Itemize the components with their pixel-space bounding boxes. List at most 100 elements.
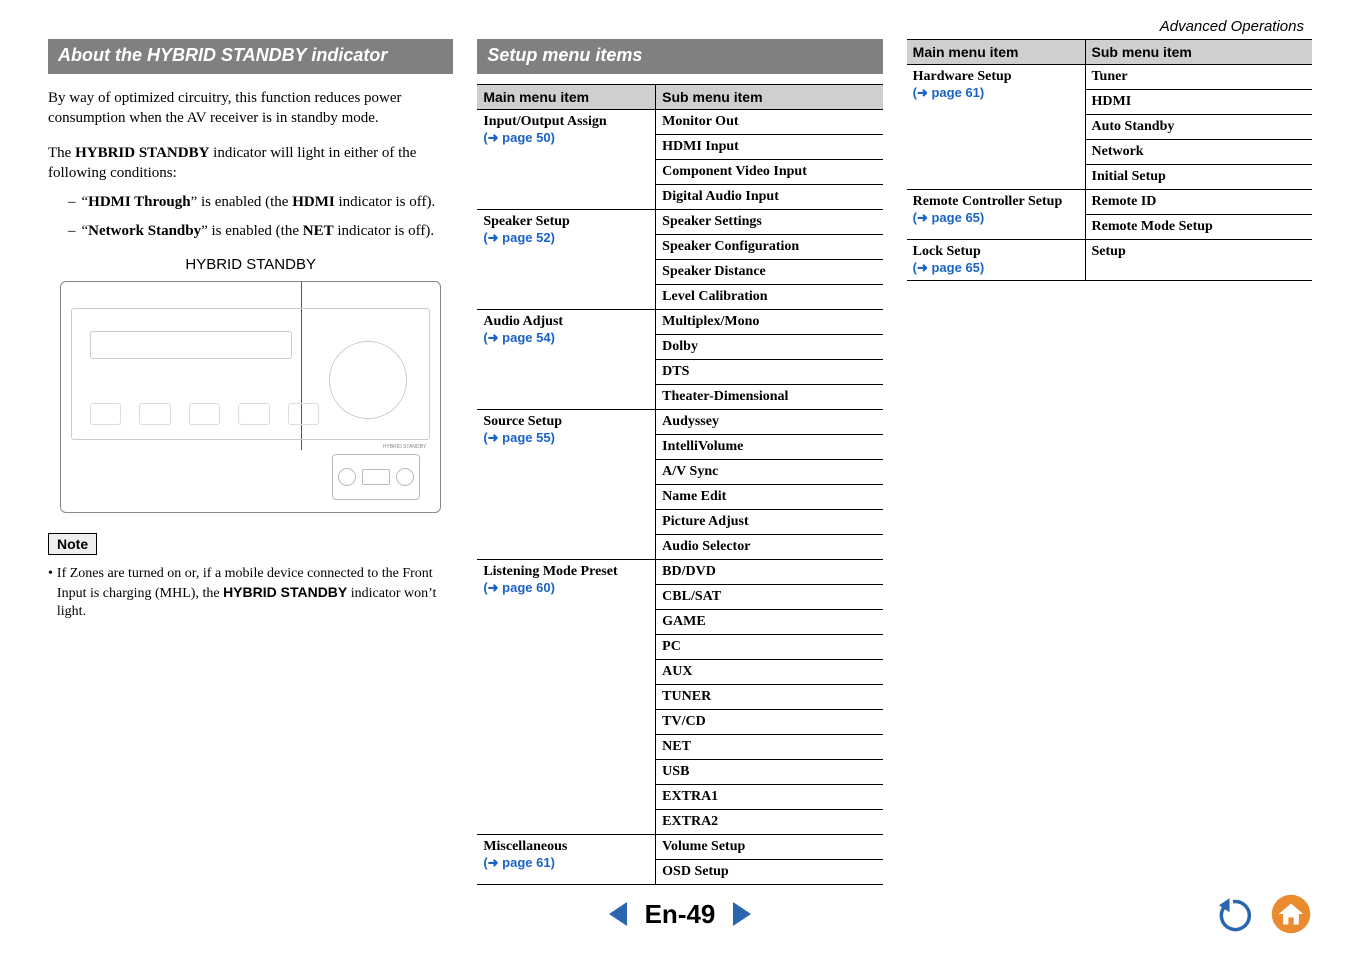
- column-2: Setup menu items Main menu item Sub menu…: [477, 39, 882, 880]
- sub-menu-cell: A/V Sync: [656, 460, 883, 485]
- text-bold: HDMI Through: [88, 194, 190, 210]
- main-menu-title: Hardware Setup: [913, 69, 1079, 85]
- main-menu-title: Audio Adjust: [483, 314, 649, 330]
- th-main: Main menu item: [477, 85, 655, 110]
- page-ref-link[interactable]: (➜ page 61): [913, 85, 1079, 101]
- col1-heading: About the HYBRID STANDBY indicator: [48, 39, 453, 74]
- column-1: About the HYBRID STANDBY indicator By wa…: [48, 39, 453, 880]
- hybrid-standby-label-small: HYBRID STANDBY: [383, 444, 427, 450]
- text: The: [48, 145, 75, 161]
- bullet-1: –“HDMI Through” is enabled (the HDMI ind…: [68, 193, 453, 213]
- main-menu-title: Source Setup: [483, 414, 649, 430]
- sub-menu-cell: Multiplex/Mono: [656, 310, 883, 335]
- sub-menu-cell: AUX: [656, 660, 883, 685]
- sub-menu-cell: Monitor Out: [656, 110, 883, 135]
- setup-menu-table-2: Main menu item Sub menu item Hardware Se…: [907, 39, 1312, 281]
- dash: –: [68, 222, 76, 242]
- col1-para2: The HYBRID STANDBY indicator will light …: [48, 143, 453, 184]
- sub-menu-cell: USB: [656, 760, 883, 785]
- main-menu-cell: Lock Setup(➜ page 65): [907, 240, 1085, 281]
- home-icon[interactable]: [1270, 893, 1312, 935]
- table-row: Lock Setup(➜ page 65)Setup: [907, 240, 1312, 281]
- table-row: Listening Mode Preset(➜ page 60)BD/DVD: [477, 560, 882, 585]
- main-menu-title: Miscellaneous: [483, 839, 649, 855]
- bullet-dot: •: [48, 565, 53, 622]
- table-row: Hardware Setup(➜ page 61)Tuner: [907, 65, 1312, 90]
- sub-menu-cell: NET: [656, 735, 883, 760]
- sub-menu-cell: EXTRA1: [656, 785, 883, 810]
- sub-menu-cell: CBL/SAT: [656, 585, 883, 610]
- text-bold: HDMI: [292, 194, 335, 210]
- dash: –: [68, 193, 76, 213]
- sub-menu-cell: EXTRA2: [656, 810, 883, 835]
- sub-menu-cell: DTS: [656, 360, 883, 385]
- sub-menu-cell: Picture Adjust: [656, 510, 883, 535]
- sub-menu-cell: OSD Setup: [656, 860, 883, 885]
- bullet-2: –“Network Standby” is enabled (the NET i…: [68, 222, 453, 242]
- text: indicator is off).: [334, 223, 435, 239]
- sub-menu-cell: HDMI: [1085, 90, 1312, 115]
- page-ref-link[interactable]: (➜ page 60): [483, 580, 649, 596]
- page-ref-link[interactable]: (➜ page 65): [913, 210, 1079, 226]
- main-menu-cell: Audio Adjust(➜ page 54): [477, 310, 655, 410]
- sub-menu-cell: PC: [656, 635, 883, 660]
- table-row: Source Setup(➜ page 55)Audyssey: [477, 410, 882, 435]
- table-row: Audio Adjust(➜ page 54)Multiplex/Mono: [477, 310, 882, 335]
- sub-menu-cell: Speaker Distance: [656, 260, 883, 285]
- page-ref-link[interactable]: (➜ page 55): [483, 430, 649, 446]
- text: indicator is off).: [335, 194, 436, 210]
- main-menu-cell: Source Setup(➜ page 55): [477, 410, 655, 560]
- main-menu-cell: Listening Mode Preset(➜ page 60): [477, 560, 655, 835]
- sub-menu-cell: BD/DVD: [656, 560, 883, 585]
- prev-page-icon[interactable]: [609, 902, 627, 926]
- main-menu-title: Speaker Setup: [483, 214, 649, 230]
- sub-menu-cell: Dolby: [656, 335, 883, 360]
- setup-menu-table-1: Main menu item Sub menu item Input/Outpu…: [477, 84, 882, 885]
- page-ref-link[interactable]: (➜ page 52): [483, 230, 649, 246]
- table-row: Remote Controller Setup(➜ page 65)Remote…: [907, 190, 1312, 215]
- page-number: En-49: [645, 899, 716, 930]
- page-ref-link[interactable]: (➜ page 54): [483, 330, 649, 346]
- main-menu-cell: Input/Output Assign(➜ page 50): [477, 110, 655, 210]
- sub-menu-cell: Digital Audio Input: [656, 185, 883, 210]
- sub-menu-cell: Theater-Dimensional: [656, 385, 883, 410]
- section-header: Advanced Operations: [48, 18, 1312, 39]
- sub-menu-cell: Name Edit: [656, 485, 883, 510]
- sub-menu-cell: TV/CD: [656, 710, 883, 735]
- page-ref-link[interactable]: (➜ page 65): [913, 260, 1079, 276]
- main-menu-cell: Remote Controller Setup(➜ page 65): [907, 190, 1085, 240]
- table-row: Miscellaneous(➜ page 61)Volume Setup: [477, 835, 882, 860]
- main-menu-title: Remote Controller Setup: [913, 194, 1079, 210]
- sub-menu-cell: Initial Setup: [1085, 165, 1312, 190]
- page-number-group: En-49: [609, 899, 752, 930]
- sub-menu-cell: Remote Mode Setup: [1085, 215, 1312, 240]
- main-menu-cell: Speaker Setup(➜ page 52): [477, 210, 655, 310]
- sub-menu-cell: Volume Setup: [656, 835, 883, 860]
- text: ” is enabled (the: [201, 223, 303, 239]
- th-sub: Sub menu item: [656, 85, 883, 110]
- page-ref-link[interactable]: (➜ page 61): [483, 855, 649, 871]
- text-bold: HYBRID STANDBY: [75, 145, 209, 161]
- sub-menu-cell: Setup: [1085, 240, 1312, 281]
- main-menu-title: Input/Output Assign: [483, 114, 649, 130]
- next-page-icon[interactable]: [733, 902, 751, 926]
- sub-menu-cell: Auto Standby: [1085, 115, 1312, 140]
- device-illustration: HYBRID STANDBY: [60, 281, 441, 513]
- note-body: • If Zones are turned on or, if a mobile…: [48, 565, 453, 622]
- note-label: Note: [48, 533, 97, 555]
- sub-menu-cell: GAME: [656, 610, 883, 635]
- column-3: Main menu item Sub menu item Hardware Se…: [907, 39, 1312, 880]
- illustration-caption: HYBRID STANDBY: [48, 256, 453, 273]
- sub-menu-cell: Speaker Configuration: [656, 235, 883, 260]
- page-ref-link[interactable]: (➜ page 50): [483, 130, 649, 146]
- back-icon[interactable]: [1212, 893, 1254, 935]
- sub-menu-cell: Network: [1085, 140, 1312, 165]
- sub-menu-cell: HDMI Input: [656, 135, 883, 160]
- text: ” is enabled (the: [191, 194, 293, 210]
- sub-menu-cell: Audio Selector: [656, 535, 883, 560]
- th-main: Main menu item: [907, 40, 1085, 65]
- main-menu-title: Lock Setup: [913, 244, 1079, 260]
- sub-menu-cell: TUNER: [656, 685, 883, 710]
- sub-menu-cell: Tuner: [1085, 65, 1312, 90]
- text-bold: Network Standby: [88, 223, 201, 239]
